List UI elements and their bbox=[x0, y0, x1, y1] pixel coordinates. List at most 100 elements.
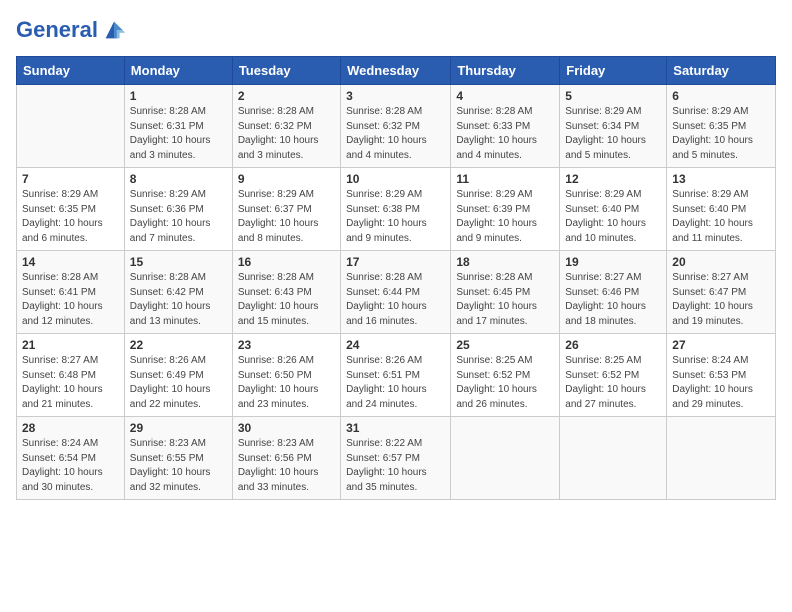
day-number: 4 bbox=[456, 89, 554, 103]
calendar-header-thursday: Thursday bbox=[451, 57, 560, 85]
day-number: 9 bbox=[238, 172, 335, 186]
day-number: 27 bbox=[672, 338, 770, 352]
day-info: Sunrise: 8:27 AM Sunset: 6:48 PM Dayligh… bbox=[22, 354, 119, 412]
day-number: 12 bbox=[565, 172, 661, 186]
calendar-cell: 21Sunrise: 8:27 AM Sunset: 6:48 PM Dayli… bbox=[17, 334, 125, 417]
day-number: 16 bbox=[238, 255, 335, 269]
calendar-header-monday: Monday bbox=[124, 57, 232, 85]
day-info: Sunrise: 8:27 AM Sunset: 6:47 PM Dayligh… bbox=[672, 271, 770, 329]
calendar-week-5: 28Sunrise: 8:24 AM Sunset: 6:54 PM Dayli… bbox=[17, 417, 776, 500]
day-number: 26 bbox=[565, 338, 661, 352]
calendar-cell: 17Sunrise: 8:28 AM Sunset: 6:44 PM Dayli… bbox=[341, 251, 451, 334]
calendar-header-saturday: Saturday bbox=[667, 57, 776, 85]
day-number: 18 bbox=[456, 255, 554, 269]
calendar-cell bbox=[451, 417, 560, 500]
calendar-cell: 30 Sunrise: 8:23 AM Sunset: 6:56 PM Dayli… bbox=[232, 417, 340, 500]
calendar-header-friday: Friday bbox=[560, 57, 667, 85]
day-info: Sunrise: 8:27 AM Sunset: 6:46 PM Dayligh… bbox=[565, 271, 661, 329]
day-info: Sunrise: 8:25 AM Sunset: 6:52 PM Dayligh… bbox=[565, 354, 661, 412]
calendar-cell: 6 Sunrise: 8:29 AM Sunset: 6:35 PM Daylig… bbox=[667, 85, 776, 168]
day-number: 25 bbox=[456, 338, 554, 352]
header: General bbox=[16, 16, 776, 44]
calendar-cell: 10 Sunrise: 8:29 AM Sunset: 6:38 PM Dayli… bbox=[341, 168, 451, 251]
day-info: Sunrise: 8:29 AM Sunset: 6:39 PM Dayligh… bbox=[456, 188, 554, 246]
day-number: 22 bbox=[130, 338, 227, 352]
day-info: Sunrise: 8:24 AM Sunset: 6:54 PM Dayligh… bbox=[22, 437, 119, 495]
day-info: Sunrise: 8:23 AM Sunset: 6:56 PM Dayligh… bbox=[238, 437, 335, 495]
day-info: Sunrise: 8:26 AM Sunset: 6:51 PM Dayligh… bbox=[346, 354, 445, 412]
day-number: 31 bbox=[346, 421, 445, 435]
calendar-cell: 1 Sunrise: 8:28 AM Sunset: 6:31 PM Daylig… bbox=[124, 85, 232, 168]
calendar-cell: 15 Sunrise: 8:28 AM Sunset: 6:42 PM Dayli… bbox=[124, 251, 232, 334]
day-info: Sunrise: 8:28 AM Sunset: 6:33 PM Dayligh… bbox=[456, 105, 554, 163]
calendar-header-wednesday: Wednesday bbox=[341, 57, 451, 85]
calendar-cell: 29 Sunrise: 8:23 AM Sunset: 6:55 PM Dayli… bbox=[124, 417, 232, 500]
calendar-cell: 27 Sunrise: 8:24 AM Sunset: 6:53 PM Dayli… bbox=[667, 334, 776, 417]
day-info: Sunrise: 8:29 AM Sunset: 6:37 PM Dayligh… bbox=[238, 188, 335, 246]
logo-text: General bbox=[16, 18, 98, 42]
calendar-cell: 4 Sunrise: 8:28 AM Sunset: 6:33 PM Daylig… bbox=[451, 85, 560, 168]
day-number: 29 bbox=[130, 421, 227, 435]
day-number: 24 bbox=[346, 338, 445, 352]
day-info: Sunrise: 8:28 AM Sunset: 6:45 PM Dayligh… bbox=[456, 271, 554, 329]
calendar-cell: 23 Sunrise: 8:26 AM Sunset: 6:50 PM Dayli… bbox=[232, 334, 340, 417]
day-info: Sunrise: 8:28 AM Sunset: 6:32 PM Dayligh… bbox=[346, 105, 445, 163]
calendar-header-tuesday: Tuesday bbox=[232, 57, 340, 85]
day-number: 1 bbox=[130, 89, 227, 103]
calendar-cell: 18 Sunrise: 8:28 AM Sunset: 6:45 PM Dayli… bbox=[451, 251, 560, 334]
calendar-cell: 25Sunrise: 8:25 AM Sunset: 6:52 PM Dayli… bbox=[451, 334, 560, 417]
calendar-cell: 3Sunrise: 8:28 AM Sunset: 6:32 PM Daylig… bbox=[341, 85, 451, 168]
day-number: 10 bbox=[346, 172, 445, 186]
day-number: 7 bbox=[22, 172, 119, 186]
calendar-cell: 20 Sunrise: 8:27 AM Sunset: 6:47 PM Dayli… bbox=[667, 251, 776, 334]
day-number: 17 bbox=[346, 255, 445, 269]
calendar-cell bbox=[667, 417, 776, 500]
calendar-cell: 8 Sunrise: 8:29 AM Sunset: 6:36 PM Daylig… bbox=[124, 168, 232, 251]
calendar-cell: 28Sunrise: 8:24 AM Sunset: 6:54 PM Dayli… bbox=[17, 417, 125, 500]
calendar-cell: 22Sunrise: 8:26 AM Sunset: 6:49 PM Dayli… bbox=[124, 334, 232, 417]
calendar-cell: 2Sunrise: 8:28 AM Sunset: 6:32 PM Daylig… bbox=[232, 85, 340, 168]
day-info: Sunrise: 8:26 AM Sunset: 6:50 PM Dayligh… bbox=[238, 354, 335, 412]
calendar-header-row: SundayMondayTuesdayWednesdayThursdayFrid… bbox=[17, 57, 776, 85]
day-number: 15 bbox=[130, 255, 227, 269]
day-info: Sunrise: 8:29 AM Sunset: 6:38 PM Dayligh… bbox=[346, 188, 445, 246]
day-number: 30 bbox=[238, 421, 335, 435]
day-info: Sunrise: 8:29 AM Sunset: 6:35 PM Dayligh… bbox=[22, 188, 119, 246]
calendar-cell: 31Sunrise: 8:22 AM Sunset: 6:57 PM Dayli… bbox=[341, 417, 451, 500]
logo-icon bbox=[100, 16, 128, 44]
day-info: Sunrise: 8:29 AM Sunset: 6:40 PM Dayligh… bbox=[565, 188, 661, 246]
calendar-cell: 11 Sunrise: 8:29 AM Sunset: 6:39 PM Dayli… bbox=[451, 168, 560, 251]
day-info: Sunrise: 8:23 AM Sunset: 6:55 PM Dayligh… bbox=[130, 437, 227, 495]
day-number: 14 bbox=[22, 255, 119, 269]
day-info: Sunrise: 8:28 AM Sunset: 6:41 PM Dayligh… bbox=[22, 271, 119, 329]
main-container: General SundayMondayTuesdayWednesdayThur… bbox=[0, 0, 792, 508]
day-info: Sunrise: 8:28 AM Sunset: 6:42 PM Dayligh… bbox=[130, 271, 227, 329]
day-number: 19 bbox=[565, 255, 661, 269]
calendar-table: SundayMondayTuesdayWednesdayThursdayFrid… bbox=[16, 56, 776, 500]
day-number: 23 bbox=[238, 338, 335, 352]
calendar-cell: 24 Sunrise: 8:26 AM Sunset: 6:51 PM Dayli… bbox=[341, 334, 451, 417]
day-info: Sunrise: 8:29 AM Sunset: 6:36 PM Dayligh… bbox=[130, 188, 227, 246]
calendar-body: 1 Sunrise: 8:28 AM Sunset: 6:31 PM Daylig… bbox=[17, 85, 776, 500]
calendar-cell: 26 Sunrise: 8:25 AM Sunset: 6:52 PM Dayli… bbox=[560, 334, 667, 417]
day-number: 5 bbox=[565, 89, 661, 103]
calendar-cell: 5Sunrise: 8:29 AM Sunset: 6:34 PM Daylig… bbox=[560, 85, 667, 168]
calendar-cell: 7 Sunrise: 8:29 AM Sunset: 6:35 PM Daylig… bbox=[17, 168, 125, 251]
day-info: Sunrise: 8:29 AM Sunset: 6:35 PM Dayligh… bbox=[672, 105, 770, 163]
day-number: 8 bbox=[130, 172, 227, 186]
day-number: 11 bbox=[456, 172, 554, 186]
calendar-cell bbox=[17, 85, 125, 168]
calendar-week-2: 7 Sunrise: 8:29 AM Sunset: 6:35 PM Daylig… bbox=[17, 168, 776, 251]
calendar-cell: 14 Sunrise: 8:28 AM Sunset: 6:41 PM Dayli… bbox=[17, 251, 125, 334]
day-number: 6 bbox=[672, 89, 770, 103]
calendar-cell bbox=[560, 417, 667, 500]
day-info: Sunrise: 8:28 AM Sunset: 6:31 PM Dayligh… bbox=[130, 105, 227, 163]
day-info: Sunrise: 8:24 AM Sunset: 6:53 PM Dayligh… bbox=[672, 354, 770, 412]
calendar-cell: 19 Sunrise: 8:27 AM Sunset: 6:46 PM Dayli… bbox=[560, 251, 667, 334]
calendar-week-3: 14 Sunrise: 8:28 AM Sunset: 6:41 PM Dayli… bbox=[17, 251, 776, 334]
calendar-cell: 13Sunrise: 8:29 AM Sunset: 6:40 PM Dayli… bbox=[667, 168, 776, 251]
day-number: 20 bbox=[672, 255, 770, 269]
day-number: 13 bbox=[672, 172, 770, 186]
day-info: Sunrise: 8:28 AM Sunset: 6:43 PM Dayligh… bbox=[238, 271, 335, 329]
calendar-cell: 16 Sunrise: 8:28 AM Sunset: 6:43 PM Dayli… bbox=[232, 251, 340, 334]
